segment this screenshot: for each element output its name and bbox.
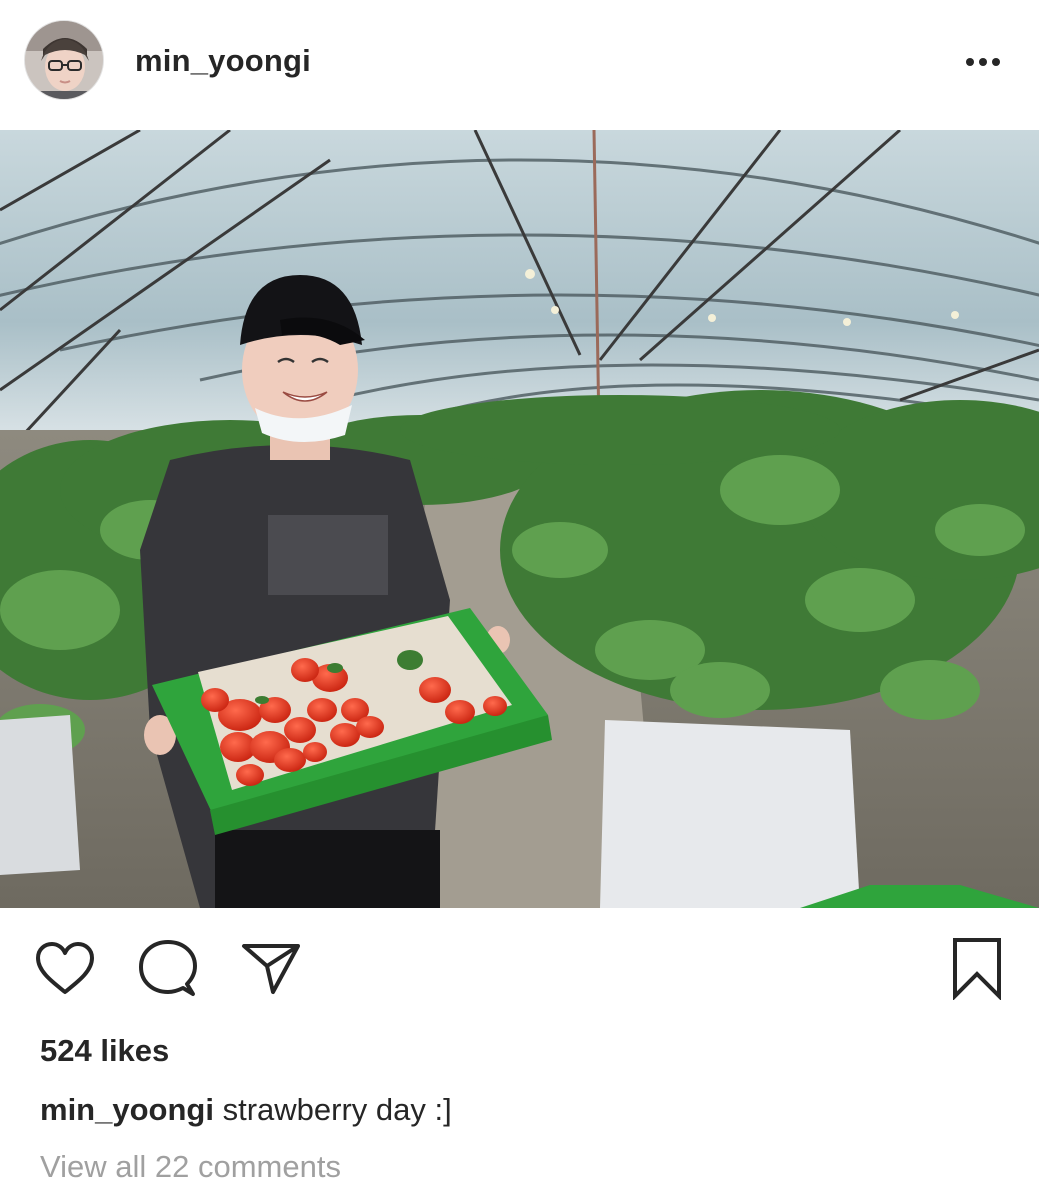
bookmark-icon xyxy=(953,938,1001,1000)
more-horizontal-icon xyxy=(966,58,1000,66)
share-button[interactable] xyxy=(236,930,306,1006)
view-comments-link[interactable]: View all 22 comments xyxy=(40,1147,341,1187)
post-header: min_yoongi xyxy=(0,0,1039,130)
heart-icon xyxy=(36,942,94,994)
avatar[interactable] xyxy=(24,20,104,100)
post-photo[interactable] xyxy=(0,130,1039,908)
more-options-button[interactable] xyxy=(958,44,1010,80)
like-button[interactable] xyxy=(30,930,100,1006)
comment-button[interactable] xyxy=(132,930,202,1006)
comment-bubble-icon xyxy=(139,940,197,996)
likes-count[interactable]: 524 likes xyxy=(40,1032,169,1070)
action-bar xyxy=(0,930,1039,1010)
post-username[interactable]: min_yoongi xyxy=(135,43,311,79)
caption-username[interactable]: min_yoongi xyxy=(40,1092,214,1127)
paper-plane-icon xyxy=(242,944,300,994)
save-button[interactable] xyxy=(942,930,1012,1006)
caption-text: strawberry day :] xyxy=(222,1092,452,1127)
post-caption: min_yoongi strawberry day :] xyxy=(40,1090,452,1130)
